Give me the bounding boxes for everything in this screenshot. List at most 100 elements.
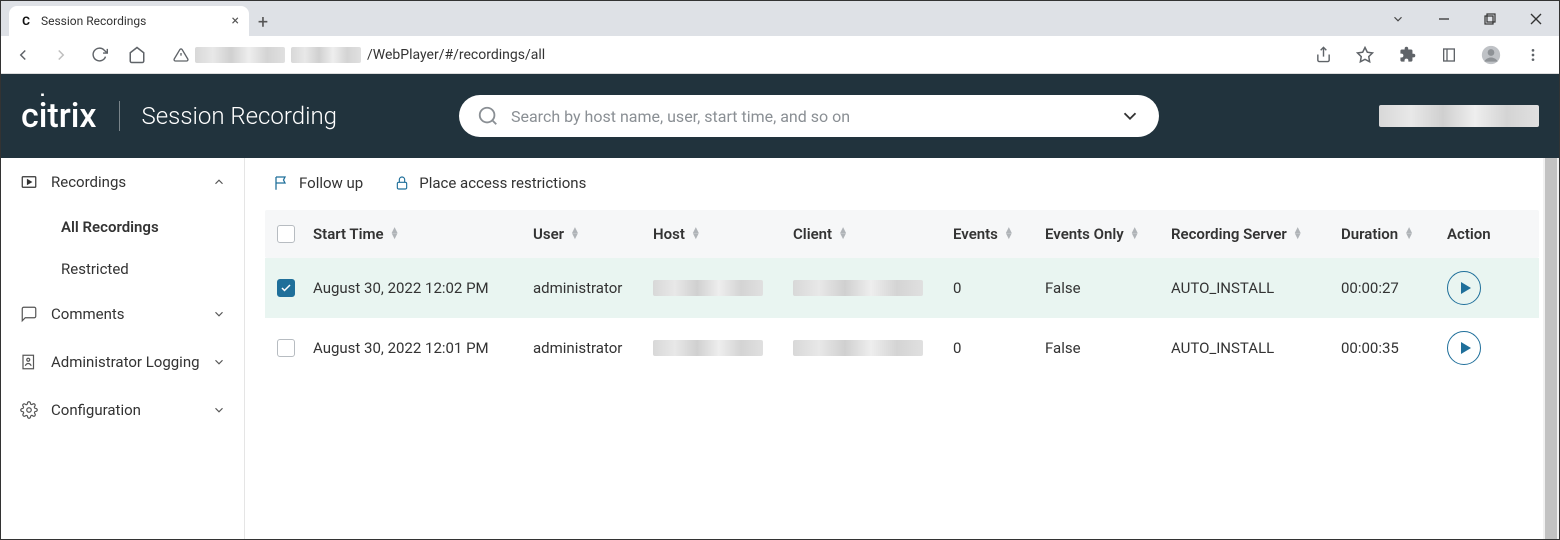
brand-logo: citriẋ bbox=[21, 96, 97, 136]
cell-events: 0 bbox=[953, 339, 1045, 357]
tab-title: Session Recordings bbox=[41, 14, 224, 28]
tab-dropdown-icon[interactable] bbox=[1375, 3, 1421, 35]
search-bar[interactable] bbox=[459, 95, 1159, 137]
cell-events-only: False bbox=[1045, 279, 1171, 297]
play-button[interactable] bbox=[1447, 271, 1481, 305]
select-all-checkbox[interactable] bbox=[277, 225, 295, 243]
forward-button[interactable] bbox=[47, 41, 75, 69]
reload-button[interactable] bbox=[85, 41, 113, 69]
cell-user: administrator bbox=[533, 279, 653, 297]
row-checkbox[interactable] bbox=[277, 279, 295, 297]
table-row[interactable]: August 30, 2022 12:01 PM administrator 0… bbox=[265, 318, 1539, 378]
sidebar-item-label: Configuration bbox=[51, 401, 141, 419]
action-label: Follow up bbox=[299, 174, 363, 192]
url-path: /WebPlayer/#/recordings/all bbox=[367, 47, 545, 63]
sidebar-item-label: Recordings bbox=[51, 173, 126, 191]
reading-list-icon[interactable] bbox=[1435, 41, 1463, 69]
col-client[interactable]: Client▲▼ bbox=[793, 225, 953, 243]
minimize-button[interactable] bbox=[1421, 3, 1467, 35]
favicon: C bbox=[19, 14, 33, 28]
maximize-button[interactable] bbox=[1467, 3, 1513, 35]
sort-icon[interactable]: ▲▼ bbox=[1404, 228, 1414, 240]
sort-icon[interactable]: ▲▼ bbox=[1130, 228, 1140, 240]
close-window-button[interactable] bbox=[1513, 3, 1559, 35]
sidebar-item-label: Comments bbox=[51, 305, 125, 323]
user-info-blurred bbox=[1379, 105, 1539, 127]
scrollbar-thumb[interactable] bbox=[1545, 158, 1557, 539]
sort-icon[interactable]: ▲▼ bbox=[691, 228, 701, 240]
new-tab-button[interactable]: + bbox=[249, 8, 277, 36]
col-start-time[interactable]: Start Time▲▼ bbox=[313, 225, 533, 243]
cell-host-blurred bbox=[653, 340, 763, 356]
lock-icon bbox=[393, 174, 411, 192]
sidebar-item-configuration[interactable]: Configuration bbox=[1, 386, 244, 434]
cell-events: 0 bbox=[953, 279, 1045, 297]
content-area: Recordings All Recordings Restricted Com… bbox=[1, 158, 1559, 539]
row-checkbox[interactable] bbox=[277, 339, 295, 357]
cell-events-only: False bbox=[1045, 339, 1171, 357]
url-host-blurred bbox=[195, 47, 285, 63]
table-header-row: Start Time▲▼ User▲▼ Host▲▼ Client▲▼ Even… bbox=[265, 210, 1539, 258]
cell-host-blurred bbox=[653, 280, 763, 296]
col-events[interactable]: Events▲▼ bbox=[953, 225, 1045, 243]
gear-icon bbox=[19, 400, 39, 420]
browser-tab[interactable]: C Session Recordings × bbox=[9, 6, 249, 36]
col-host[interactable]: Host▲▼ bbox=[653, 225, 793, 243]
sidebar-item-label: Administrator Logging bbox=[51, 353, 200, 371]
close-tab-icon[interactable]: × bbox=[232, 13, 239, 29]
chevron-down-icon[interactable] bbox=[1119, 105, 1141, 127]
sort-icon[interactable]: ▲▼ bbox=[1293, 228, 1303, 240]
extensions-icon[interactable] bbox=[1393, 41, 1421, 69]
col-events-only[interactable]: Events Only▲▼ bbox=[1045, 225, 1171, 243]
comment-icon bbox=[19, 304, 39, 324]
flag-icon bbox=[273, 174, 291, 192]
sidebar-item-admin-logging[interactable]: Administrator Logging bbox=[1, 338, 244, 386]
col-user[interactable]: User▲▼ bbox=[533, 225, 653, 243]
bookmark-icon[interactable] bbox=[1351, 41, 1379, 69]
sidebar: Recordings All Recordings Restricted Com… bbox=[1, 158, 245, 539]
cell-user: administrator bbox=[533, 339, 653, 357]
chevron-down-icon bbox=[212, 403, 226, 417]
sort-icon[interactable]: ▲▼ bbox=[570, 228, 580, 240]
play-button[interactable] bbox=[1447, 331, 1481, 365]
browser-toolbar: /WebPlayer/#/recordings/all bbox=[1, 36, 1559, 74]
sidebar-item-comments[interactable]: Comments bbox=[1, 290, 244, 338]
vertical-scrollbar[interactable] bbox=[1543, 158, 1559, 539]
profile-icon[interactable] bbox=[1477, 41, 1505, 69]
sort-icon[interactable]: ▲▼ bbox=[390, 228, 400, 240]
play-icon bbox=[1461, 342, 1471, 354]
cell-client-blurred bbox=[793, 280, 923, 296]
sort-icon[interactable]: ▲▼ bbox=[838, 228, 848, 240]
place-restrictions-button[interactable]: Place access restrictions bbox=[391, 170, 588, 196]
admin-log-icon bbox=[19, 352, 39, 372]
address-bar[interactable]: /WebPlayer/#/recordings/all bbox=[161, 40, 1299, 70]
play-square-icon bbox=[19, 172, 39, 192]
sidebar-sub-restricted[interactable]: Restricted bbox=[1, 248, 244, 290]
cell-start-time: August 30, 2022 12:01 PM bbox=[313, 339, 533, 357]
col-action: Action bbox=[1447, 225, 1507, 243]
play-icon bbox=[1461, 282, 1471, 294]
cell-client-blurred bbox=[793, 340, 923, 356]
sort-icon[interactable]: ▲▼ bbox=[1004, 228, 1014, 240]
home-button[interactable] bbox=[123, 41, 151, 69]
window-controls bbox=[1375, 1, 1559, 36]
back-button[interactable] bbox=[9, 41, 37, 69]
share-icon[interactable] bbox=[1309, 41, 1337, 69]
col-duration[interactable]: Duration▲▼ bbox=[1341, 225, 1447, 243]
kebab-menu-icon[interactable] bbox=[1519, 41, 1547, 69]
cell-duration: 00:00:27 bbox=[1341, 279, 1447, 297]
search-input[interactable] bbox=[511, 107, 1107, 126]
app-header: citriẋ Session Recording bbox=[1, 74, 1559, 158]
sidebar-item-recordings[interactable]: Recordings bbox=[1, 158, 244, 206]
cell-recording-server: AUTO_INSTALL bbox=[1171, 339, 1341, 357]
col-recording-server[interactable]: Recording Server▲▼ bbox=[1171, 225, 1341, 243]
sidebar-sub-all-recordings[interactable]: All Recordings bbox=[1, 206, 244, 248]
url-segment-blurred bbox=[291, 47, 361, 63]
table-row[interactable]: August 30, 2022 12:02 PM administrator 0… bbox=[265, 258, 1539, 318]
follow-up-button[interactable]: Follow up bbox=[271, 170, 365, 196]
chevron-down-icon bbox=[212, 355, 226, 369]
action-label: Place access restrictions bbox=[419, 174, 586, 192]
browser-tab-bar: C Session Recordings × + bbox=[1, 1, 1559, 36]
action-bar: Follow up Place access restrictions bbox=[245, 158, 1559, 210]
main-panel: Follow up Place access restrictions Star… bbox=[245, 158, 1559, 539]
